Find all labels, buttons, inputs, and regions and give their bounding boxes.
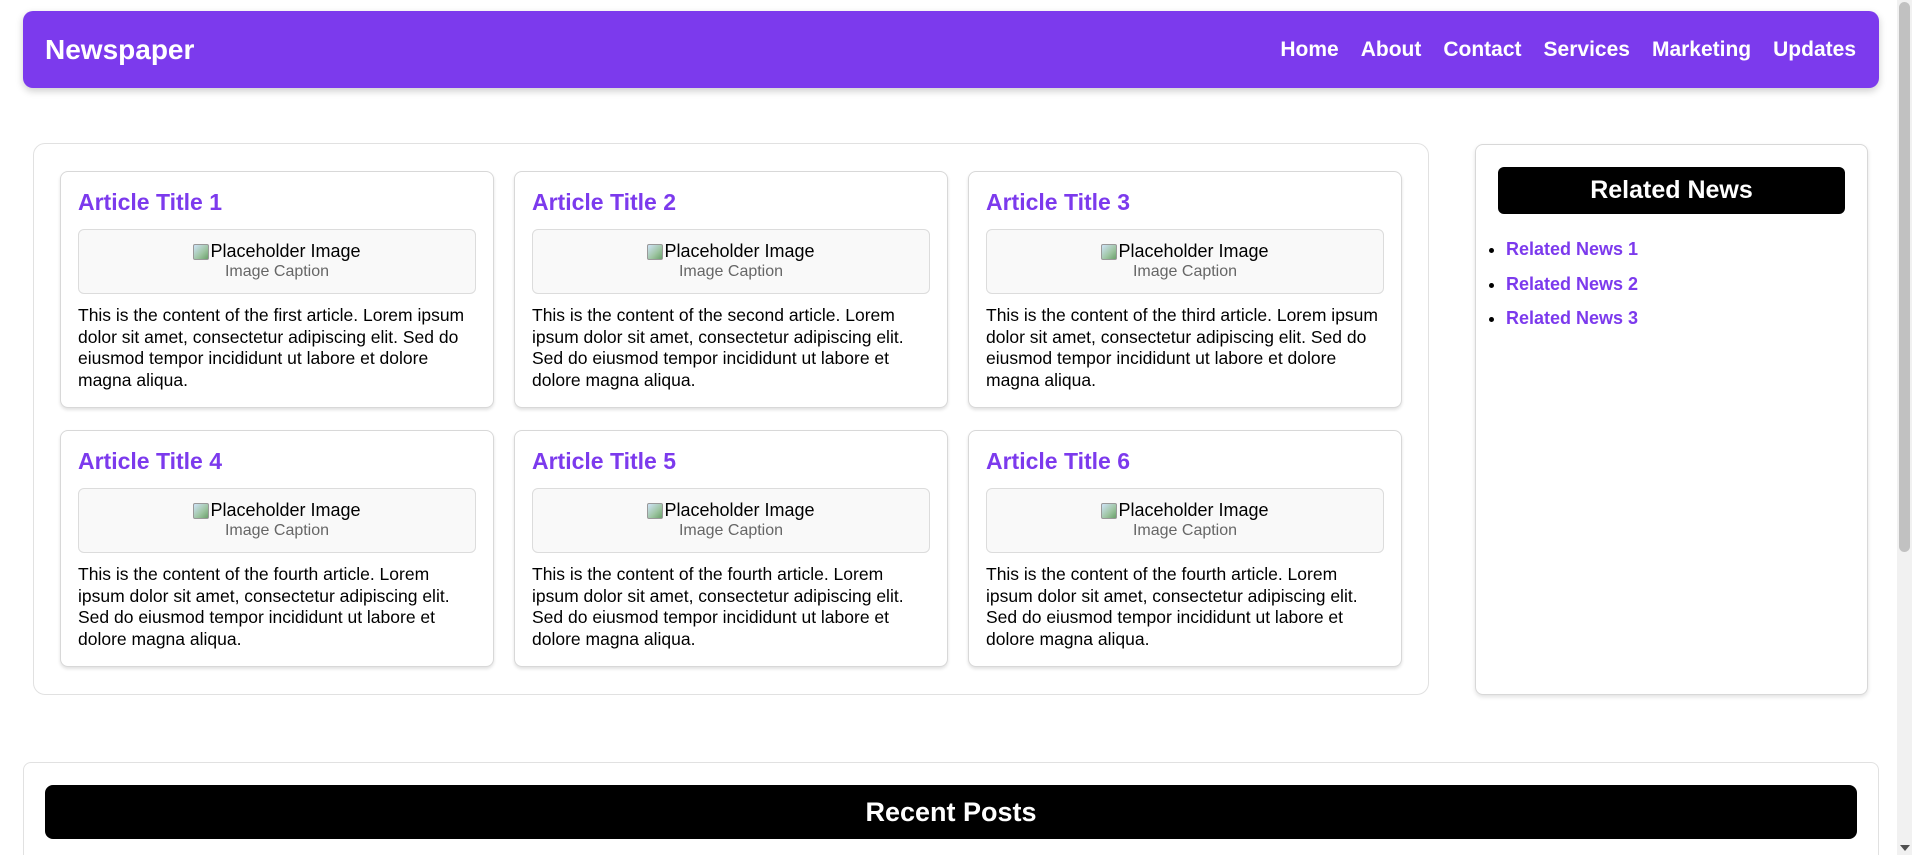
site-header: Newspaper Home About Contact Services Ma… xyxy=(23,11,1879,88)
image-caption: Image Caption xyxy=(224,263,330,280)
image-caption: Image Caption xyxy=(224,522,330,539)
broken-image-icon xyxy=(647,243,664,260)
placeholder-image: Placeholder Image xyxy=(1101,500,1269,521)
image-alt-text: Placeholder Image xyxy=(1118,241,1269,261)
scrollbar-thumb[interactable] xyxy=(1899,2,1910,552)
article-content: This is the content of the fourth articl… xyxy=(532,564,904,649)
nav-link-about[interactable]: About xyxy=(1361,38,1422,62)
image-caption: Image Caption xyxy=(1132,263,1238,280)
recent-posts-title: Recent Posts xyxy=(45,785,1857,839)
article-title[interactable]: Article Title 4 xyxy=(78,447,476,475)
placeholder-image: Placeholder Image xyxy=(193,500,361,521)
placeholder-image: Placeholder Image xyxy=(647,241,815,262)
article-title[interactable]: Article Title 5 xyxy=(532,447,930,475)
article-card: Article Title 2 Placeholder Image Image … xyxy=(514,171,948,408)
main-nav: Home About Contact Services Marketing Up… xyxy=(1280,38,1856,62)
image-alt-text: Placeholder Image xyxy=(1118,500,1269,520)
article-card: Article Title 3 Placeholder Image Image … xyxy=(968,171,1402,408)
broken-image-icon xyxy=(647,502,664,519)
article-figure: Placeholder Image Image Caption xyxy=(78,229,476,294)
articles-section: Article Title 1 Placeholder Image Image … xyxy=(33,143,1429,695)
article-content: This is the content of the first article… xyxy=(78,305,465,390)
broken-image-icon xyxy=(193,502,210,519)
articles-grid: Article Title 1 Placeholder Image Image … xyxy=(60,171,1402,667)
placeholder-image: Placeholder Image xyxy=(647,500,815,521)
article-title[interactable]: Article Title 6 xyxy=(986,447,1384,475)
article-title[interactable]: Article Title 2 xyxy=(532,188,930,216)
image-alt-text: Placeholder Image xyxy=(664,500,815,520)
article-figure: Placeholder Image Image Caption xyxy=(78,488,476,553)
related-news-title: Related News xyxy=(1498,167,1845,214)
nav-link-contact[interactable]: Contact xyxy=(1443,38,1521,62)
list-item: Related News 1 xyxy=(1506,238,1638,261)
article-card: Article Title 6 Placeholder Image Image … xyxy=(968,430,1402,667)
article-content: This is the content of the fourth articl… xyxy=(986,564,1358,649)
article-title[interactable]: Article Title 3 xyxy=(986,188,1384,216)
page: Newspaper Home About Contact Services Ma… xyxy=(0,0,1912,855)
site-brand[interactable]: Newspaper xyxy=(45,34,194,66)
nav-link-services[interactable]: Services xyxy=(1544,38,1630,62)
image-caption: Image Caption xyxy=(678,263,784,280)
article-figure: Placeholder Image Image Caption xyxy=(532,229,930,294)
vertical-scrollbar[interactable] xyxy=(1897,0,1912,855)
list-item: Related News 3 xyxy=(1506,307,1638,330)
article-title[interactable]: Article Title 1 xyxy=(78,188,476,216)
article-card: Article Title 4 Placeholder Image Image … xyxy=(60,430,494,667)
article-content: This is the content of the second articl… xyxy=(532,305,904,390)
article-card: Article Title 5 Placeholder Image Image … xyxy=(514,430,948,667)
related-news-list: Related News 1 Related News 2 Related Ne… xyxy=(1486,238,1638,342)
broken-image-icon xyxy=(1101,502,1118,519)
list-item: Related News 2 xyxy=(1506,273,1638,296)
image-alt-text: Placeholder Image xyxy=(210,241,361,261)
recent-posts-section: Recent Posts xyxy=(23,762,1879,855)
placeholder-image: Placeholder Image xyxy=(193,241,361,262)
article-figure: Placeholder Image Image Caption xyxy=(986,488,1384,553)
article-card: Article Title 1 Placeholder Image Image … xyxy=(60,171,494,408)
image-caption: Image Caption xyxy=(1132,522,1238,539)
scroll-down-arrow-icon[interactable] xyxy=(1900,845,1910,851)
nav-link-home[interactable]: Home xyxy=(1280,38,1338,62)
related-news-link-3[interactable]: Related News 3 xyxy=(1506,308,1638,328)
related-news-link-1[interactable]: Related News 1 xyxy=(1506,239,1638,259)
article-content: This is the content of the third article… xyxy=(986,305,1378,390)
image-alt-text: Placeholder Image xyxy=(664,241,815,261)
broken-image-icon xyxy=(193,243,210,260)
nav-link-marketing[interactable]: Marketing xyxy=(1652,38,1751,62)
related-news-sidebar: Related News Related News 1 Related News… xyxy=(1475,144,1868,695)
placeholder-image: Placeholder Image xyxy=(1101,241,1269,262)
image-caption: Image Caption xyxy=(678,522,784,539)
article-figure: Placeholder Image Image Caption xyxy=(986,229,1384,294)
article-figure: Placeholder Image Image Caption xyxy=(532,488,930,553)
image-alt-text: Placeholder Image xyxy=(210,500,361,520)
related-news-link-2[interactable]: Related News 2 xyxy=(1506,274,1638,294)
broken-image-icon xyxy=(1101,243,1118,260)
nav-link-updates[interactable]: Updates xyxy=(1773,38,1856,62)
article-content: This is the content of the fourth articl… xyxy=(78,564,450,649)
